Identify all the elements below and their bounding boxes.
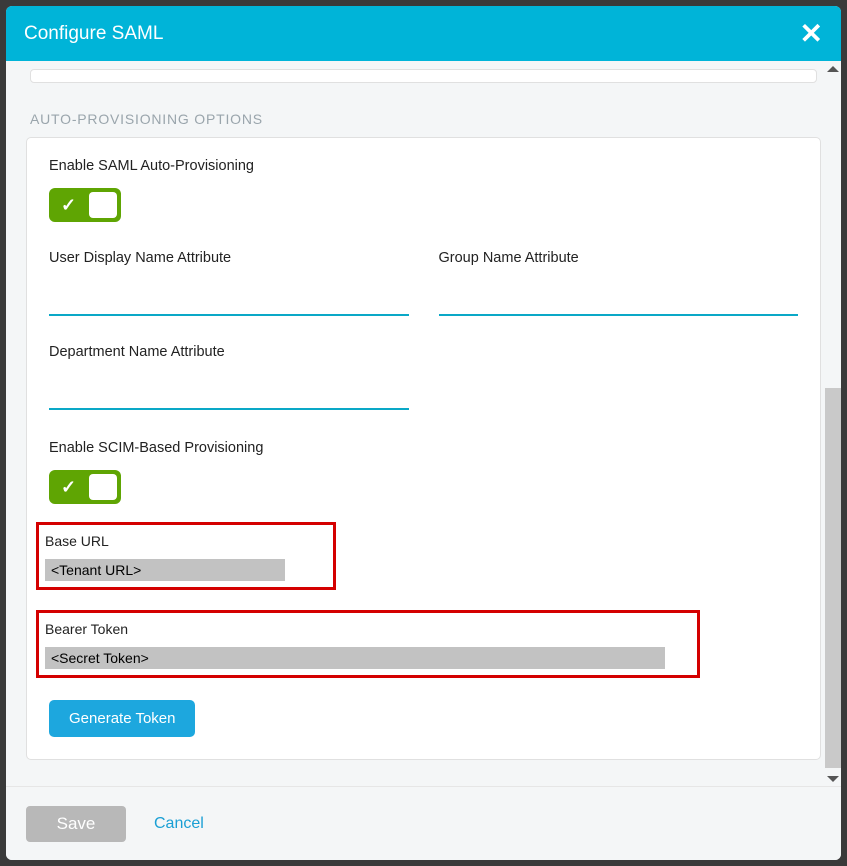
- toggle-knob: [89, 474, 117, 500]
- cancel-link[interactable]: Cancel: [154, 815, 204, 833]
- bearer-token-label: Bearer Token: [45, 621, 687, 637]
- enable-scim-label: Enable SCIM-Based Provisioning: [49, 440, 798, 456]
- toggle-knob: [89, 192, 117, 218]
- modal-title: Configure SAML: [24, 23, 163, 45]
- configure-saml-modal: Configure SAML ✕ AUTO-PROVISIONING OPTIO…: [6, 6, 841, 860]
- base-url-label: Base URL: [45, 533, 323, 549]
- user-display-label: User Display Name Attribute: [49, 250, 409, 266]
- check-icon: ✓: [61, 195, 76, 216]
- modal-body: AUTO-PROVISIONING OPTIONS Enable SAML Au…: [6, 61, 841, 786]
- section-title: AUTO-PROVISIONING OPTIONS: [26, 111, 821, 127]
- bearer-token-highlight: Bearer Token: [36, 610, 700, 678]
- enable-saml-toggle[interactable]: ✓: [49, 188, 121, 222]
- group-name-input[interactable]: [439, 284, 799, 316]
- department-label: Department Name Attribute: [49, 344, 409, 360]
- modal-footer: Save Cancel: [6, 786, 841, 860]
- previous-section-card: [30, 69, 817, 83]
- department-input[interactable]: [49, 378, 409, 410]
- bearer-token-field[interactable]: [45, 647, 665, 669]
- modal-header: Configure SAML ✕: [6, 6, 841, 61]
- check-icon: ✓: [61, 477, 76, 498]
- base-url-field[interactable]: [45, 559, 285, 581]
- user-display-input[interactable]: [49, 284, 409, 316]
- group-name-label: Group Name Attribute: [439, 250, 799, 266]
- save-button[interactable]: Save: [26, 806, 126, 842]
- generate-token-button[interactable]: Generate Token: [49, 700, 195, 737]
- enable-scim-toggle[interactable]: ✓: [49, 470, 121, 504]
- close-icon[interactable]: ✕: [800, 20, 823, 48]
- auto-provisioning-card: Enable SAML Auto-Provisioning ✓ User Dis…: [26, 137, 821, 760]
- enable-saml-label: Enable SAML Auto-Provisioning: [49, 158, 798, 174]
- base-url-highlight: Base URL: [36, 522, 336, 590]
